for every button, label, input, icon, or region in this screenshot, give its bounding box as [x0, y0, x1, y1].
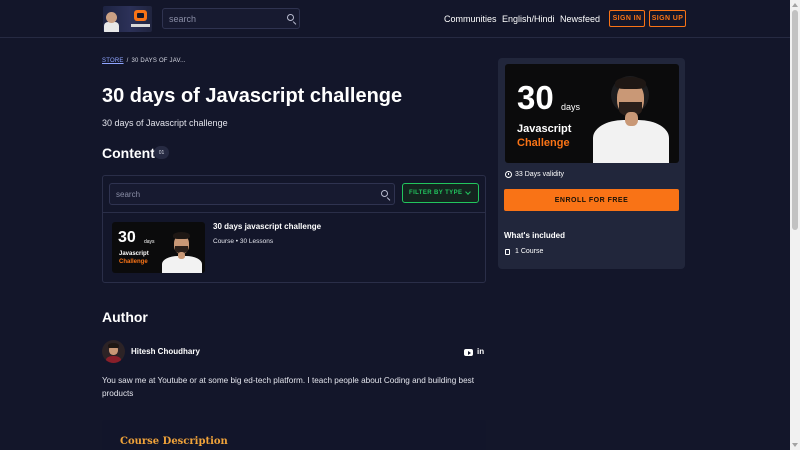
- book-icon: [505, 248, 510, 255]
- nav-link-communities[interactable]: Communities: [444, 14, 497, 24]
- linkedin-icon[interactable]: in: [477, 347, 484, 356]
- scroll-up-arrow[interactable]: [792, 3, 798, 7]
- nav-link-newsfeed[interactable]: Newsfeed: [560, 14, 600, 24]
- author-name: Hitesh Choudhary: [131, 347, 200, 356]
- included-item-label: 1 Course: [515, 248, 544, 255]
- nav-search-input[interactable]: search: [162, 8, 300, 29]
- course-thumbnail[interactable]: 30 days Javascript Challenge: [112, 222, 205, 273]
- thumb-days: days: [144, 239, 155, 245]
- chevron-down-icon: [465, 189, 471, 195]
- thumb-number: 30: [118, 229, 136, 246]
- validity-text: 33 Days validity: [515, 171, 565, 178]
- content-panel: search FILTER BY TYPE 30 days Javascript…: [102, 175, 486, 283]
- breadcrumb-separator: /: [126, 58, 129, 64]
- author-heading: Author: [102, 309, 148, 325]
- included-item: 1 Course: [505, 248, 543, 255]
- nav-search-placeholder: search: [169, 14, 197, 24]
- course-title[interactable]: 30 days javascript challenge: [213, 222, 321, 231]
- validity-label: 33 Days validity: [505, 171, 564, 178]
- content-search-placeholder: search: [116, 190, 141, 199]
- thumb-line1: Javascript: [119, 251, 149, 257]
- card-image-days: days: [561, 102, 581, 112]
- filter-by-type-button[interactable]: FILTER BY TYPE: [402, 183, 479, 203]
- clock-icon: [505, 171, 512, 178]
- content-count-badge: 01: [154, 146, 169, 159]
- breadcrumb: STORE/30 DAYS OF JAV...: [102, 58, 186, 64]
- card-image-number: 30: [517, 79, 554, 116]
- scroll-down-arrow[interactable]: [792, 443, 798, 447]
- avatar: [102, 340, 125, 363]
- scrollbar-thumb[interactable]: [792, 10, 798, 230]
- content-heading: Content: [102, 145, 155, 161]
- nav-link-language[interactable]: English/Hindi: [502, 14, 555, 24]
- divider: [103, 212, 485, 213]
- top-navbar: search Communities English/Hindi Newsfee…: [0, 0, 790, 38]
- sign-in-button[interactable]: SIGN IN: [609, 10, 645, 27]
- content-search-input[interactable]: search: [109, 183, 395, 205]
- breadcrumb-current: 30 DAYS OF JAV...: [131, 58, 186, 64]
- breadcrumb-store-link[interactable]: STORE: [102, 58, 124, 64]
- youtube-icon[interactable]: [464, 349, 473, 356]
- card-image-line2: Challenge: [517, 137, 570, 149]
- enroll-button[interactable]: ENROLL FOR FREE: [504, 189, 679, 211]
- course-meta: Course • 30 Lessons: [213, 238, 274, 245]
- course-card-image: 30 days Javascript Challenge: [505, 64, 679, 163]
- whats-included-heading: What's included: [504, 231, 566, 240]
- card-image-line1: Javascript: [517, 123, 572, 135]
- search-icon[interactable]: [287, 14, 297, 26]
- sign-up-button[interactable]: SIGN UP: [649, 10, 686, 27]
- thumb-line2: Challenge: [119, 259, 148, 265]
- filter-label: FILTER BY TYPE: [409, 190, 463, 196]
- site-logo[interactable]: [103, 6, 152, 32]
- page-title: 30 days of Javascript challenge: [102, 85, 403, 107]
- search-icon[interactable]: [381, 190, 391, 202]
- author-bio: You saw me at Youtube or at some big ed-…: [102, 376, 475, 398]
- page-subtitle: 30 days of Javascript challenge: [102, 118, 228, 128]
- course-description-title: Course Description: [120, 436, 228, 447]
